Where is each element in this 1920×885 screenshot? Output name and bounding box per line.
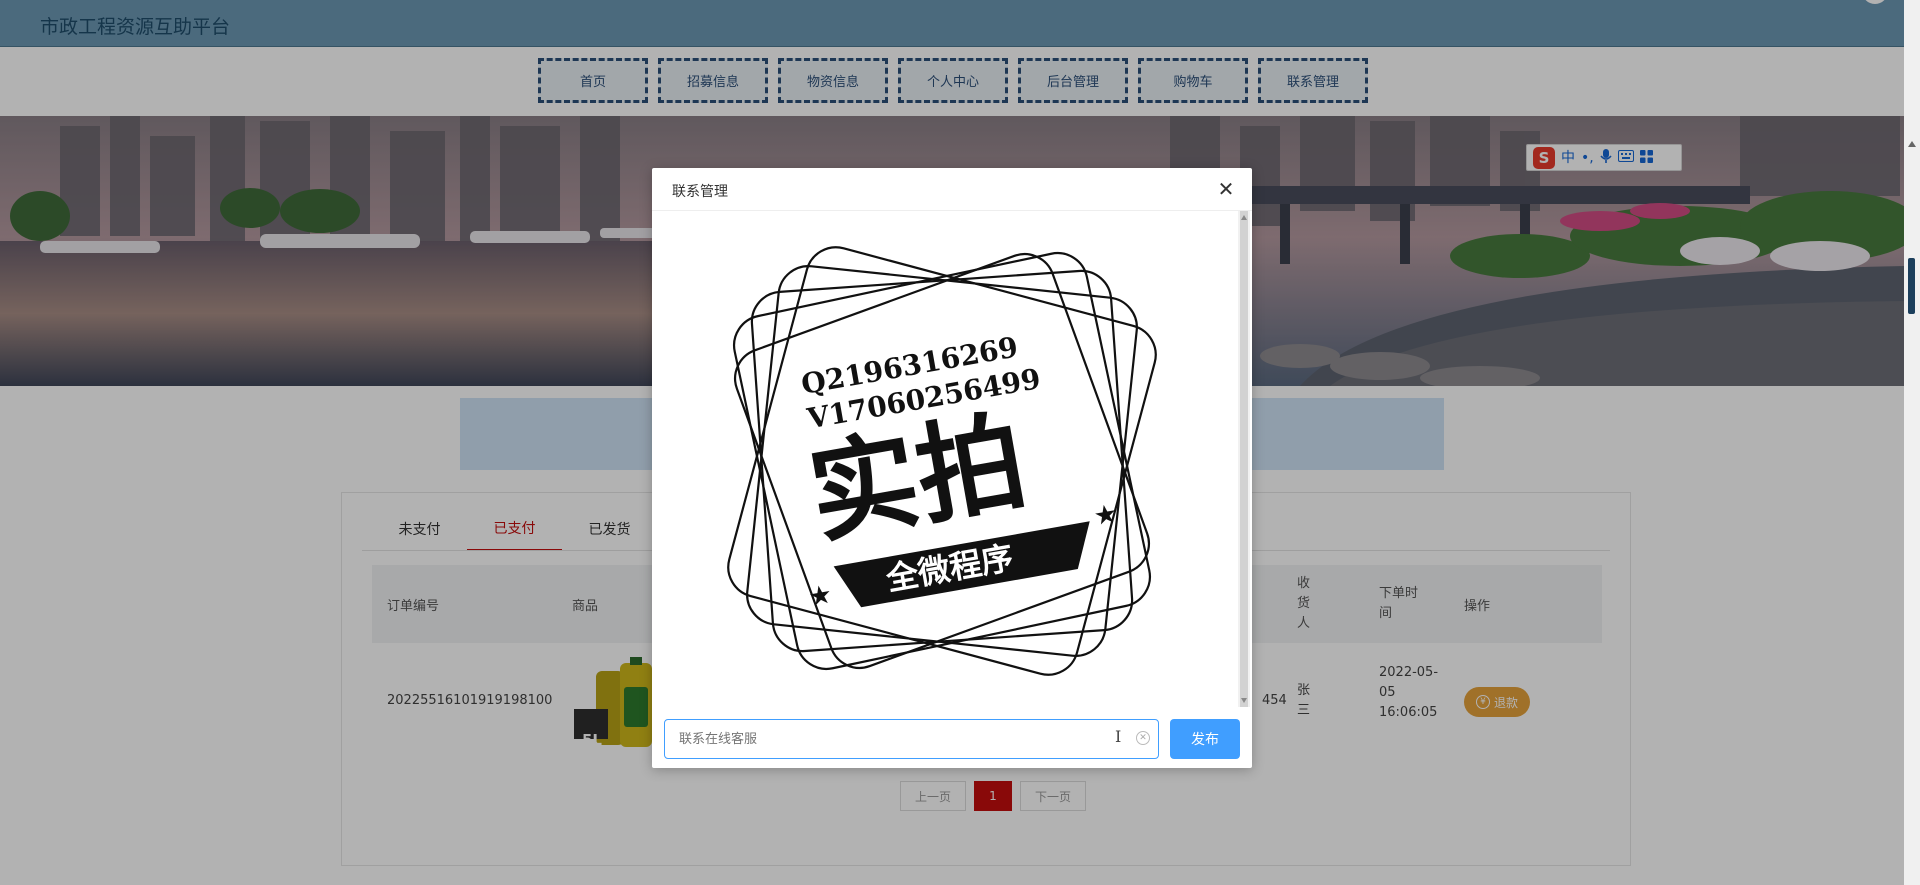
modal-header: 联系管理 ✕: [652, 168, 1252, 211]
page-scrollbar-thumb[interactable]: [1908, 258, 1915, 314]
message-input[interactable]: [664, 719, 1159, 759]
send-button[interactable]: 发布: [1170, 719, 1240, 759]
text-cursor-icon: I: [1115, 727, 1122, 746]
modal-title: 联系管理: [672, 184, 728, 200]
close-icon[interactable]: ✕: [1214, 177, 1238, 201]
modal-footer: I ✕ 发布: [652, 713, 1252, 768]
clear-input-icon[interactable]: ✕: [1136, 731, 1150, 745]
qr-stamp-image: Q2196316269 V17060256499 实拍 全微程序 ★ ★: [727, 246, 1157, 676]
modal-scrollbar-thumb[interactable]: [1240, 211, 1248, 707]
modal-content: Q2196316269 V17060256499 实拍 全微程序 ★ ★: [652, 211, 1252, 711]
modal-scroll-down-icon[interactable]: [1241, 698, 1247, 703]
star-icon-left: ★: [806, 579, 834, 613]
modal-scroll-up-icon[interactable]: [1241, 215, 1247, 220]
scroll-up-arrow-icon[interactable]: [1908, 141, 1916, 147]
star-icon-right: ★: [1092, 499, 1120, 533]
page-scrollbar[interactable]: [1904, 0, 1920, 885]
contact-modal: 联系管理 ✕ Q2196316269 V17060256499 实拍 全微程序 …: [652, 168, 1252, 768]
modal-scrollbar[interactable]: [1238, 211, 1250, 707]
